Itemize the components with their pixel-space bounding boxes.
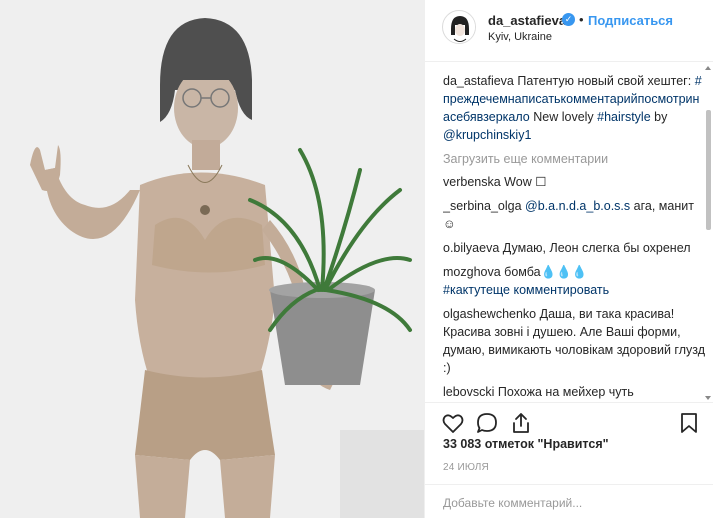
list-item: verbenska Wow ☐ xyxy=(443,173,705,191)
comment-hashtag[interactable]: #кактутеще комментировать xyxy=(443,283,609,297)
photo-illustration xyxy=(0,0,424,518)
scroll-down-arrow-icon[interactable] xyxy=(705,396,711,400)
comment-text: Похожа на мейхер чуть xyxy=(497,385,634,399)
add-comment-input[interactable] xyxy=(443,494,683,512)
list-item: lebovscki Похожа на мейхер чуть xyxy=(443,383,705,401)
comment-icon[interactable] xyxy=(475,411,499,435)
post-side-panel: da_astafieva ✓ • Подписаться Kyiv, Ukrai… xyxy=(424,0,713,518)
comment-text: бомба💧💧💧 xyxy=(504,265,588,279)
load-more-comments[interactable]: Загрузить еще комментарии xyxy=(443,150,705,168)
post-location[interactable]: Kyiv, Ukraine xyxy=(488,31,552,43)
list-item: _serbina_olga @b.a.n.d.a_b.o.s.s ага, ма… xyxy=(443,197,705,233)
caption-text-3: by xyxy=(654,110,668,124)
comment-username[interactable]: _serbina_olga xyxy=(443,199,522,213)
post-username[interactable]: da_astafieva xyxy=(488,13,566,28)
scroll-up-arrow-icon[interactable] xyxy=(705,66,711,70)
post-photo[interactable] xyxy=(0,0,424,518)
caption-mention[interactable]: @krupchinskiy1 xyxy=(443,128,531,142)
post-header: da_astafieva ✓ • Подписаться Kyiv, Ukrai… xyxy=(425,0,713,62)
heart-icon[interactable] xyxy=(441,411,465,435)
comment-text: Думаю, Леон слегка бы охренел xyxy=(502,241,691,255)
comment-username[interactable]: o.bilyaeva xyxy=(443,241,499,255)
avatar[interactable] xyxy=(442,10,476,44)
bookmark-icon[interactable] xyxy=(677,411,701,435)
caption-hashtag-2[interactable]: #hairstyle xyxy=(597,110,651,124)
list-item: o.bilyaeva Думаю, Леон слегка бы охренел xyxy=(443,239,705,257)
caption: da_astafieva Патентую новый свой хештег:… xyxy=(443,72,705,144)
comment-text: Wow ☐ xyxy=(504,175,547,189)
comment-username[interactable]: mozghova xyxy=(443,265,501,279)
comment-username[interactable]: verbenska xyxy=(443,175,501,189)
scrollbar-thumb[interactable] xyxy=(706,110,711,230)
verified-badge-icon: ✓ xyxy=(562,13,575,26)
post-actions xyxy=(425,402,713,438)
caption-text-1: Патентую новый свой хештег: xyxy=(517,74,692,88)
separator-dot: • xyxy=(579,12,584,27)
share-icon[interactable] xyxy=(509,411,533,435)
caption-username[interactable]: da_astafieva xyxy=(443,74,514,88)
comment-username[interactable]: olgashewchenko xyxy=(443,307,536,321)
caption-text-2: New lovely xyxy=(533,110,594,124)
comments-list[interactable]: da_astafieva Патентую новый свой хештег:… xyxy=(443,72,705,402)
add-comment-section xyxy=(425,484,713,518)
avatar-illustration xyxy=(444,12,475,43)
list-item: olgashewchenko Даша, ви така красива! Кр… xyxy=(443,305,705,377)
list-item: mozghova бомба💧💧💧 #кактутеще комментиров… xyxy=(443,263,705,299)
post-date[interactable]: 24 ИЮЛЯ xyxy=(443,462,489,473)
comment-mention[interactable]: @b.a.n.d.a_b.o.s.s xyxy=(525,199,630,213)
likes-count[interactable]: 33 083 отметок "Нравится" xyxy=(443,437,609,451)
comment-username[interactable]: lebovscki xyxy=(443,385,494,399)
follow-button[interactable]: Подписаться xyxy=(588,13,673,28)
